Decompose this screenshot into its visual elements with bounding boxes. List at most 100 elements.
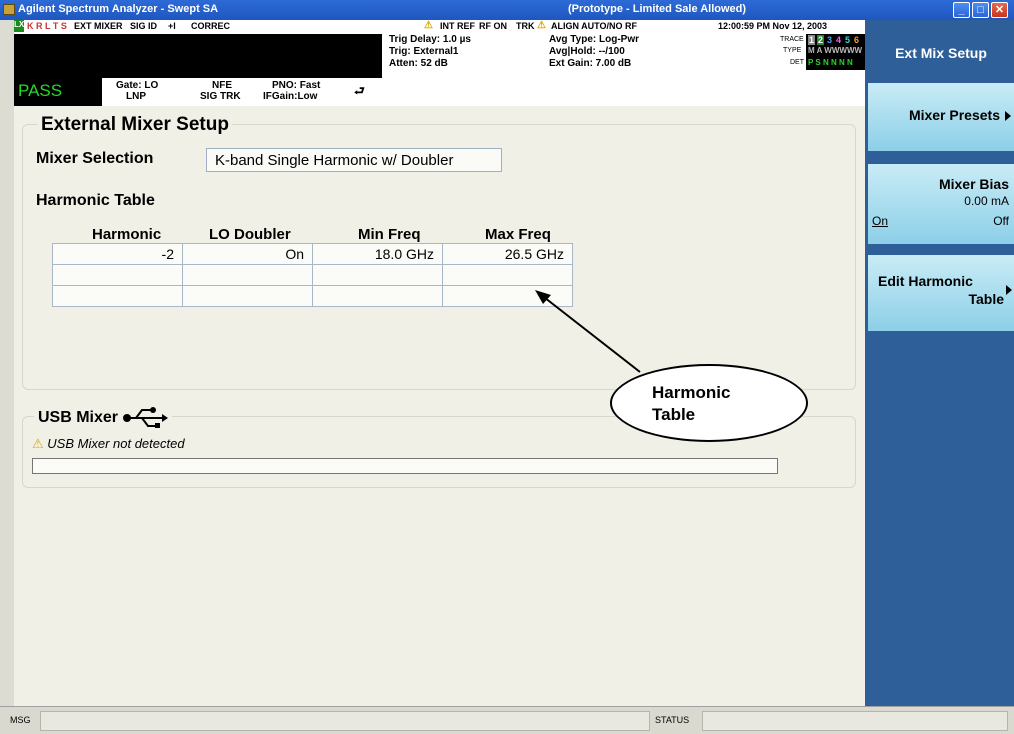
status-label: STATUS	[655, 715, 690, 725]
usb-mixer-title-wrap: USB Mixer	[34, 406, 173, 430]
external-mixer-title: External Mixer Setup	[38, 114, 232, 136]
usb-progress-bar	[32, 458, 778, 474]
lx-icon: LX	[14, 20, 24, 32]
pno-label: PNO: Fast	[272, 80, 321, 91]
trace-1: 1	[808, 35, 816, 45]
mixer-bias-off: Off	[993, 214, 1009, 228]
edit-harmonic-line2: Table	[968, 291, 1004, 307]
ifgain-label: IFGain:Low	[263, 91, 318, 102]
maximize-button[interactable]: □	[972, 2, 989, 18]
callout-bubble: Harmonic Table	[610, 364, 808, 442]
type-values: M A WWWWW	[808, 46, 863, 55]
table-row[interactable]	[52, 285, 573, 307]
table-row[interactable]: -2 On 18.0 GHz 26.5 GHz	[52, 243, 573, 265]
softkey-menu-title: Ext Mix Setup	[895, 45, 987, 61]
type-label: TYPE	[783, 47, 802, 54]
avg-type-label: Avg Type: Log-Pwr	[549, 34, 639, 45]
message-field	[40, 711, 650, 731]
mixer-bias-button[interactable]: Mixer Bias 0.00 mA On Off	[868, 164, 1014, 244]
table-cell[interactable]	[182, 285, 313, 307]
mixer-presets-label: Mixer Presets	[908, 107, 1000, 123]
callout-line2: Table	[652, 405, 696, 424]
rf-on-indicator: RF ON	[479, 21, 507, 31]
table-cell[interactable]	[182, 264, 313, 286]
trace-6: 6	[854, 35, 860, 45]
trace-2: 2	[817, 35, 825, 45]
edit-harmonic-table-button[interactable]: Edit Harmonic Table	[868, 255, 1014, 331]
callout-line1: Harmonic	[652, 383, 731, 402]
warning-icon: ⚠	[424, 20, 433, 31]
col-lo-doubler: LO Doubler	[209, 226, 291, 243]
gate-label: Gate: LO	[116, 80, 159, 91]
avg-hold-label: Avg|Hold: --/100	[549, 46, 625, 57]
window-title: Agilent Spectrum Analyzer - Swept SA	[18, 3, 219, 15]
minimize-button[interactable]: _	[953, 2, 970, 18]
main-panel: External Mixer Setup Mixer Selection K-b…	[14, 106, 865, 706]
col-harmonic: Harmonic	[92, 226, 162, 243]
measurement-info: Gate: LO LNP NFE SIG TRK PNO: Fast IFGai…	[14, 34, 865, 106]
close-button[interactable]: ✕	[991, 2, 1008, 18]
status-field	[702, 711, 1008, 731]
chevron-right-icon	[1005, 111, 1011, 121]
harmonic-table[interactable]: -2 On 18.0 GHz 26.5 GHz	[52, 243, 573, 307]
trace-label: TRACE	[780, 36, 804, 43]
table-cell[interactable]	[442, 264, 573, 286]
det-label: DET	[790, 59, 804, 66]
left-edge-strip	[0, 20, 14, 706]
trig-delay-label: Trig Delay: 1.0 µs	[389, 34, 471, 45]
table-cell[interactable]	[52, 285, 183, 307]
col-max-freq: Max Freq	[485, 226, 551, 243]
lnp-label: LNP	[126, 91, 146, 102]
return-icon: ⮐	[354, 84, 365, 98]
correc-indicator: CORREC	[191, 21, 231, 31]
usb-mixer-title: USB Mixer	[38, 409, 119, 427]
det-values: P S N N N N	[808, 58, 853, 67]
sig-id-indicator: SIG ID	[130, 21, 158, 31]
trace-status-box: 1 2 3 4 5 6 M A WWWWW P S N N N N	[806, 34, 865, 70]
mixer-selection-field[interactable]: K-band Single Harmonic w/ Doubler	[206, 148, 502, 172]
align-indicator: ALIGN AUTO/NO RF	[551, 21, 637, 31]
mixer-presets-button[interactable]: Mixer Presets	[868, 83, 1014, 151]
table-cell[interactable]	[312, 285, 443, 307]
warning-icon: ⚠	[32, 436, 44, 451]
message-bar: MSG STATUS	[0, 706, 1014, 734]
mixer-bias-label: Mixer Bias	[938, 176, 1009, 192]
trace-5: 5	[845, 35, 851, 45]
ext-mixer-indicator: EXT MIXER	[74, 21, 123, 31]
table-cell[interactable]: -2	[52, 243, 183, 265]
align-warning-icon: ⚠	[537, 20, 546, 31]
usb-icon	[123, 407, 169, 428]
trig-label: Trig: External1	[389, 46, 459, 57]
mixer-bias-on: On	[872, 214, 889, 228]
ext-gain-label: Ext Gain: 7.00 dB	[549, 58, 632, 69]
table-cell[interactable]	[312, 264, 443, 286]
mixer-selection-label: Mixer Selection	[36, 150, 154, 167]
table-row[interactable]	[52, 264, 573, 286]
trace-4: 4	[836, 35, 842, 45]
plus-l-indicator: +l	[168, 21, 176, 31]
status-row: LX K R L T S EXT MIXER SIG ID +l CORREC …	[14, 20, 865, 34]
mixer-bias-value: 0.00 mA	[964, 194, 1009, 208]
int-ref-indicator: INT REF	[440, 21, 475, 31]
window-subtitle: (Prototype - Limited Sale Allowed)	[568, 3, 747, 15]
app-icon	[3, 4, 15, 15]
table-cell[interactable]: On	[182, 243, 313, 265]
chevron-right-icon	[1006, 285, 1012, 295]
trk-indicator: TRK	[516, 21, 535, 31]
table-cell[interactable]: 18.0 GHz	[312, 243, 443, 265]
table-cell[interactable]	[52, 264, 183, 286]
usb-status-text: USB Mixer not detected	[47, 436, 185, 451]
nfe-label: NFE	[212, 80, 232, 91]
usb-status-row: ⚠ USB Mixer not detected	[32, 436, 185, 452]
table-cell[interactable]: 26.5 GHz	[442, 243, 573, 265]
sig-trk-label: SIG TRK	[200, 91, 241, 102]
datetime: 12:00:59 PM Nov 12, 2003	[718, 21, 828, 31]
trace-3: 3	[827, 35, 833, 45]
col-min-freq: Min Freq	[358, 226, 421, 243]
harmonic-table-label: Harmonic Table	[36, 192, 155, 209]
edit-harmonic-line1: Edit Harmonic	[878, 273, 973, 289]
atten-label: Atten: 52 dB	[389, 58, 448, 69]
msg-label: MSG	[10, 715, 31, 725]
title-bar: Agilent Spectrum Analyzer - Swept SA (Pr…	[0, 0, 1014, 20]
status-indicators: K R L T S	[27, 21, 67, 31]
